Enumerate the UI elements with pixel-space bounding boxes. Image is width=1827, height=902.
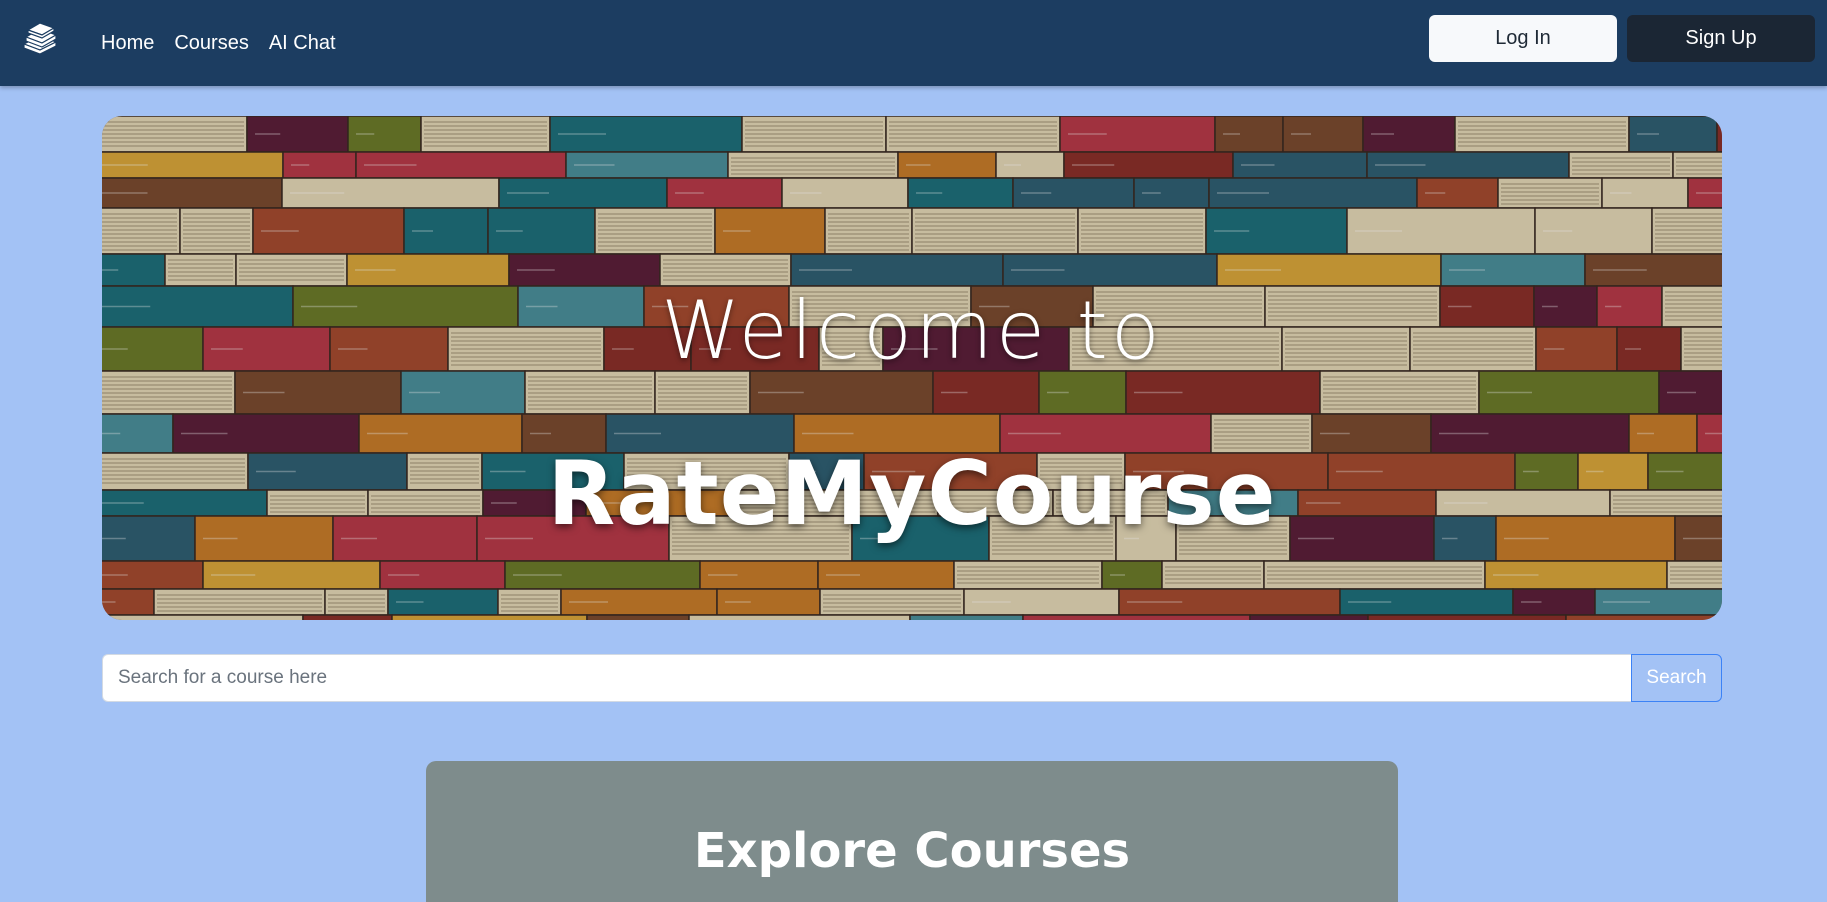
search-bar: Search (102, 654, 1722, 702)
explore-courses-heading: Explore Courses (693, 823, 1131, 879)
sign-up-button[interactable]: Sign Up (1627, 15, 1815, 62)
nav-links: Home Courses AI Chat (101, 0, 336, 86)
course-search-input[interactable] (102, 654, 1631, 702)
nav-link-home[interactable]: Home (101, 32, 154, 55)
nav-link-ai-chat[interactable]: AI Chat (269, 32, 336, 55)
search-button[interactable]: Search (1631, 654, 1722, 702)
nav-link-courses[interactable]: Courses (174, 32, 248, 55)
top-navbar: Home Courses AI Chat Log In Sign Up (0, 0, 1827, 86)
explore-courses-card: Explore Courses (426, 761, 1398, 902)
hero-welcome-text: Welcome to (661, 284, 1163, 377)
hero-banner: Welcome to RateMyCourse (102, 116, 1722, 620)
hero-site-title: RateMyCourse (547, 442, 1277, 545)
log-in-button[interactable]: Log In (1429, 15, 1617, 62)
books-stack-icon[interactable] (20, 22, 60, 56)
